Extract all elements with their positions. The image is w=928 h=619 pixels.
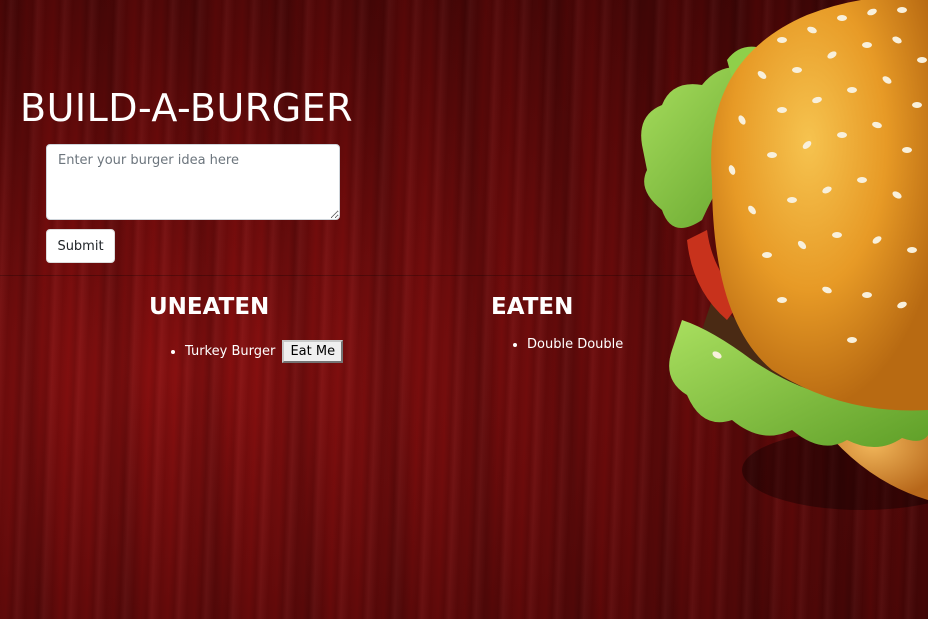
page-title: BUILD-A-BURGER bbox=[20, 86, 354, 130]
eaten-heading: EATEN bbox=[491, 294, 574, 320]
burger-name: Turkey Burger bbox=[185, 344, 276, 359]
uneaten-heading: UNEATEN bbox=[149, 294, 270, 320]
uneaten-list-item: Turkey Burger Eat Me bbox=[185, 340, 344, 364]
eaten-list: Double Double bbox=[491, 333, 623, 357]
burger-name: Double Double bbox=[527, 337, 624, 352]
eat-me-button[interactable]: Eat Me bbox=[282, 340, 344, 363]
eaten-list-item: Double Double bbox=[527, 333, 623, 357]
burger-idea-input[interactable] bbox=[46, 144, 340, 220]
submit-button[interactable]: Submit bbox=[46, 229, 115, 263]
hamburger-image bbox=[632, 0, 928, 520]
uneaten-list: Turkey Burger Eat Me bbox=[149, 340, 344, 364]
